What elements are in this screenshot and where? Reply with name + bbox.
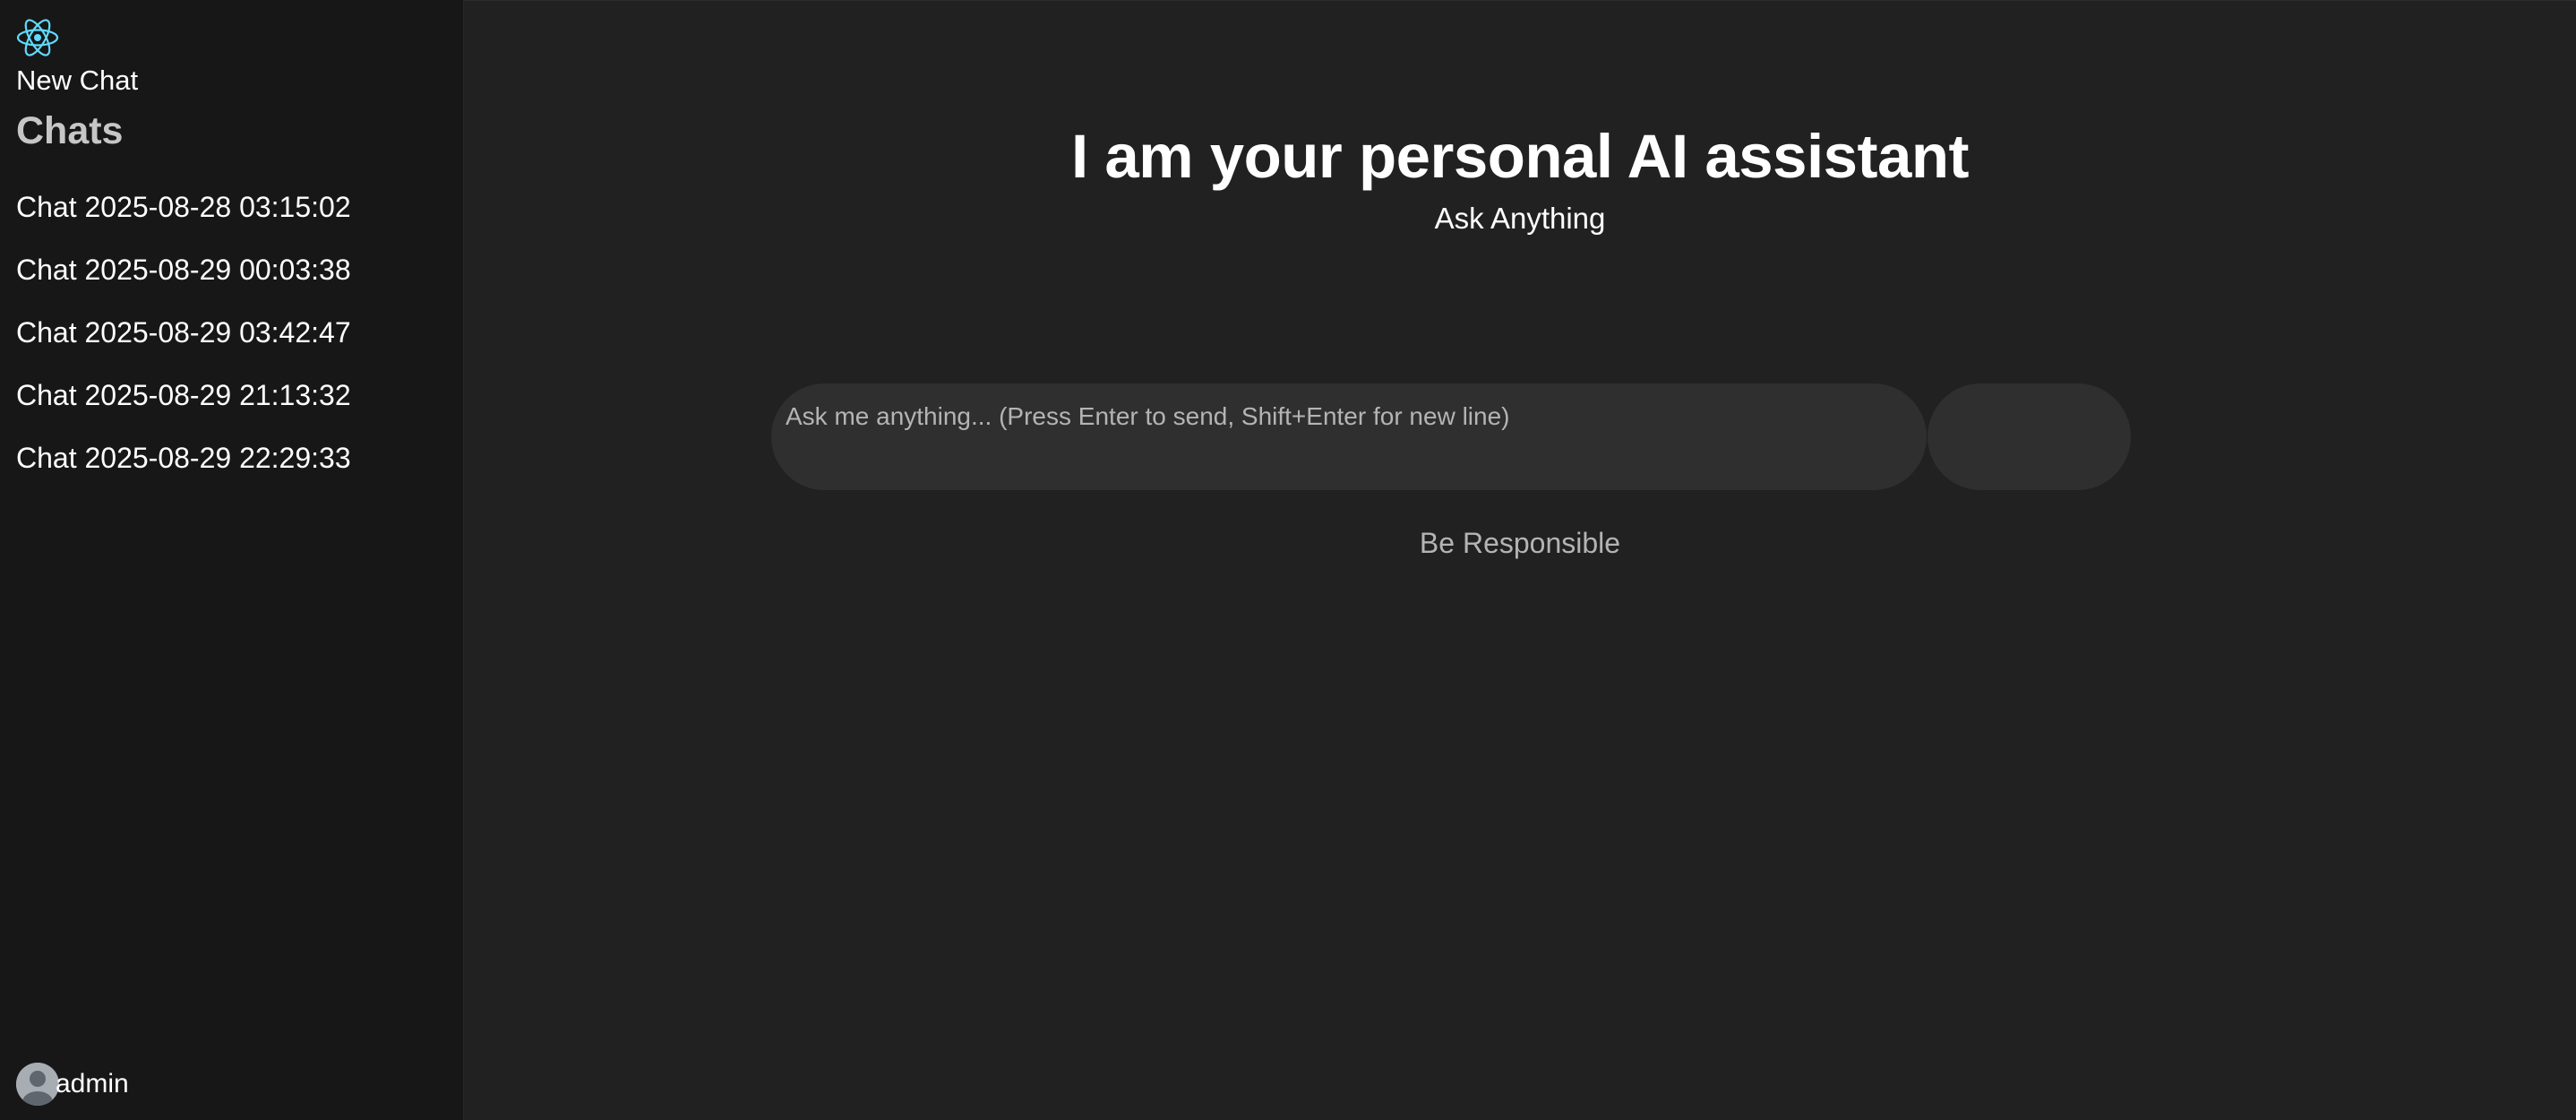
username-label: admin — [56, 1069, 129, 1098]
chats-heading: Chats — [16, 109, 124, 152]
new-chat-button[interactable]: New Chat — [16, 63, 138, 99]
page-subtitle: Ask Anything — [1434, 202, 1606, 235]
chat-list-item[interactable]: Chat 2025-08-29 22:29:33 — [0, 426, 463, 489]
chat-list-item[interactable]: Chat 2025-08-29 21:13:32 — [0, 364, 463, 426]
send-button[interactable] — [1928, 383, 2131, 490]
sidebar: New Chat Chats Chat 2025-08-28 03:15:02 … — [0, 0, 464, 1120]
chat-list-item[interactable]: Chat 2025-08-29 03:42:47 — [0, 301, 463, 364]
chat-list-item[interactable]: Chat 2025-08-29 00:03:38 — [0, 238, 463, 301]
chat-list: Chat 2025-08-28 03:15:02 Chat 2025-08-29… — [0, 176, 463, 489]
chat-list-item[interactable]: Chat 2025-08-28 03:15:02 — [0, 176, 463, 238]
main-panel: I am your personal AI assistant Ask Anyt… — [464, 0, 2576, 1120]
page-title: I am your personal AI assistant — [1071, 122, 1969, 191]
user-avatar-icon — [16, 1063, 59, 1106]
message-input[interactable] — [771, 383, 1927, 490]
user-profile[interactable]: admin — [16, 1063, 129, 1106]
app-window: New Chat Chats Chat 2025-08-28 03:15:02 … — [0, 0, 2576, 1120]
react-atom-icon[interactable] — [14, 14, 61, 61]
disclaimer-text: Be Responsible — [1419, 527, 1621, 559]
